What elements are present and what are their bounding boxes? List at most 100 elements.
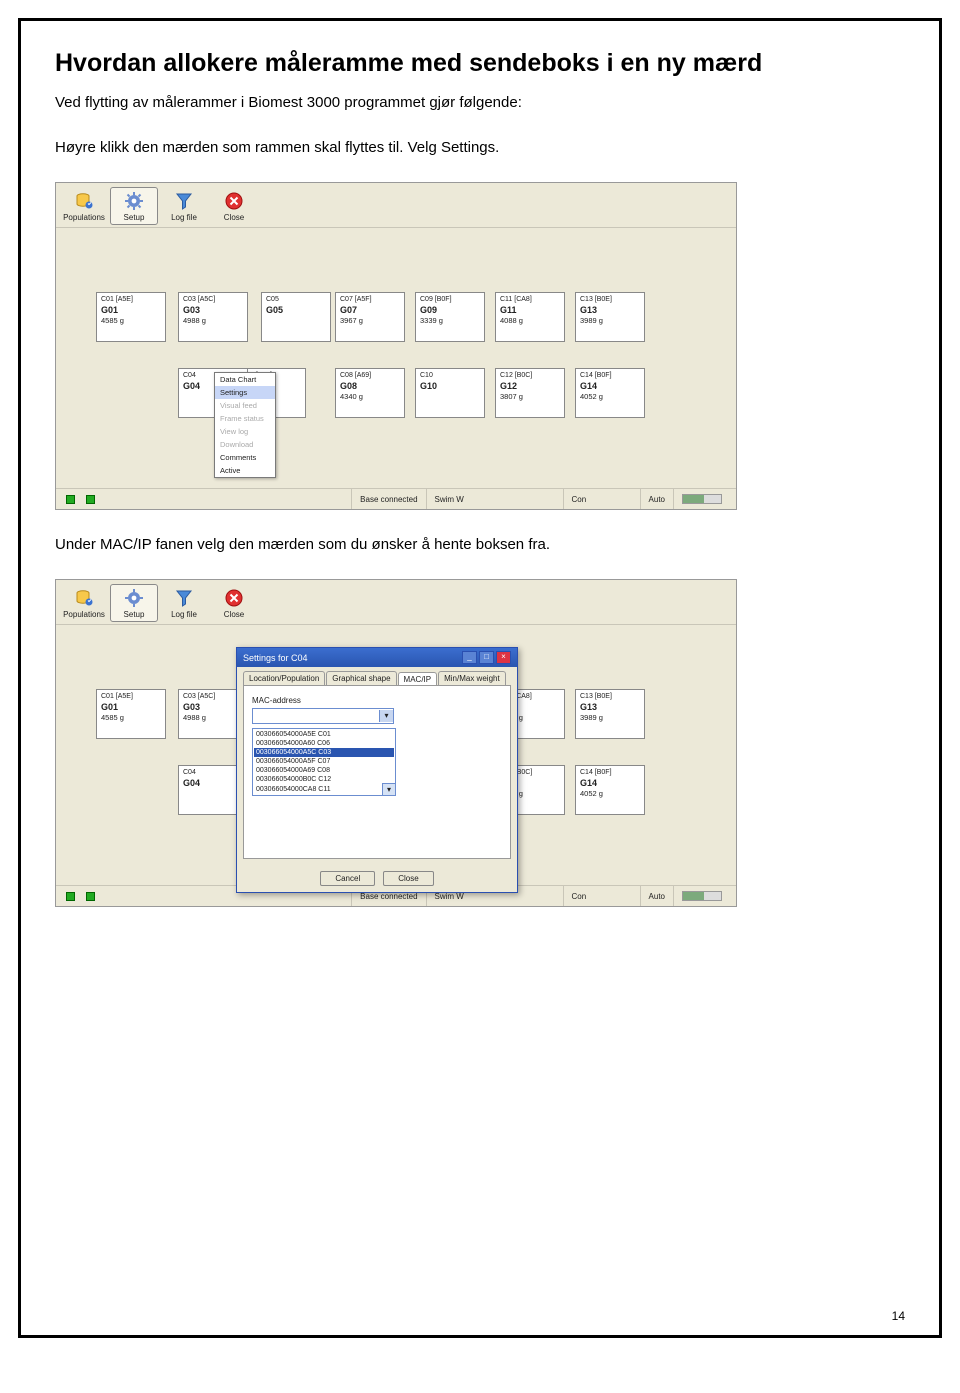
populations-button-2[interactable]: Populations <box>60 584 108 622</box>
setup-button[interactable]: Setup <box>110 187 158 225</box>
funnel-icon <box>173 587 195 609</box>
dialog-close-icon[interactable]: × <box>496 651 511 664</box>
cage-group: G13 <box>580 702 640 713</box>
dialog-min-icon[interactable]: _ <box>462 651 477 664</box>
status-progress-2 <box>682 891 722 901</box>
close-button[interactable]: Close <box>210 187 258 225</box>
cage-weight: 3989 g <box>580 713 640 722</box>
gear-icon <box>123 587 145 609</box>
menu-active[interactable]: Active <box>215 464 275 477</box>
cage-id: C03 [A5C] <box>183 693 243 702</box>
menu-datachart[interactable]: Data Chart <box>215 373 275 386</box>
app-screenshot-1: Populations Setup Log file Close C14 [B0… <box>55 182 737 510</box>
cage-group: G11 <box>500 305 560 316</box>
cage-group: G03 <box>183 305 243 316</box>
cage-G13[interactable]: C13 [B0E]G133989 g <box>575 689 645 739</box>
cage-G08[interactable]: C08 [A69]G084340 g <box>335 368 405 418</box>
populations-label: Populations <box>63 213 105 222</box>
cage-id: C14 [B0F] <box>580 769 640 778</box>
cage-id: C12 [B0C] <box>500 372 560 381</box>
mac-option[interactable]: 003066054000B0C C12 <box>254 775 394 784</box>
dialog-max-icon[interactable]: □ <box>479 651 494 664</box>
menu-viewlog[interactable]: View log <box>215 425 275 438</box>
menu-settings[interactable]: Settings <box>215 386 275 399</box>
logfile-button[interactable]: Log file <box>160 187 208 225</box>
cage-G01[interactable]: C01 [A5E]G014585 g <box>96 292 166 342</box>
mac-combo[interactable]: ▾ <box>252 708 394 724</box>
cage-id: C14 [B0F] <box>580 372 640 381</box>
cage-G13[interactable]: C13 [B0E]G133989 g <box>575 292 645 342</box>
menu-visualfeed[interactable]: Visual feed <box>215 399 275 412</box>
populations-button[interactable]: Populations <box>60 187 108 225</box>
close-icon <box>223 587 245 609</box>
mac-address-label: MAC-address <box>252 696 502 705</box>
cage-id: C13 [B0E] <box>580 693 640 702</box>
menu-framestatus[interactable]: Frame status <box>215 412 275 425</box>
mac-option[interactable]: 003066054000A5E C01 <box>254 730 394 739</box>
cage-G11[interactable]: C11 [CA8]G114088 g <box>495 292 565 342</box>
cage-group: G08 <box>340 381 400 392</box>
database-icon <box>73 190 95 212</box>
mac-option[interactable]: 003066054000A5F C07 <box>254 757 394 766</box>
mac-option[interactable]: 003066054000CA8 C11 <box>254 785 394 794</box>
step2-paragraph: Under MAC/IP fanen velg den mærden som d… <box>55 534 905 555</box>
cage-G09[interactable]: C09 [B0F]G093339 g <box>415 292 485 342</box>
cage-group: G14 <box>580 381 640 392</box>
logfile-label: Log file <box>171 213 197 222</box>
status-base: Base connected <box>351 489 425 509</box>
mac-option[interactable]: 003066054000A5C C03 <box>254 748 394 757</box>
populations-label-2: Populations <box>63 610 105 619</box>
cage-weight: 4052 g <box>580 789 640 798</box>
cage-G14[interactable]: C14 [B0F]G144052 g <box>575 368 645 418</box>
cage-weight: 4585 g <box>101 316 161 325</box>
menu-comments[interactable]: Comments <box>215 451 275 464</box>
cage-group: G09 <box>420 305 480 316</box>
cage-group: G01 <box>101 305 161 316</box>
mac-option[interactable]: 003066054000A69 C08 <box>254 766 394 775</box>
cage-G12[interactable]: C12 [B0C]G123807 g <box>495 368 565 418</box>
cage-G05[interactable]: C05G05 <box>261 292 331 342</box>
toolbar: Populations Setup Log file Close <box>56 183 736 228</box>
tab-macip[interactable]: MAC/IP <box>398 672 438 686</box>
cage-group: G03 <box>183 702 243 713</box>
setup-label: Setup <box>124 213 145 222</box>
close-button-2[interactable]: Close <box>210 584 258 622</box>
dialog-title: Settings for C04 <box>243 653 308 663</box>
tab-location[interactable]: Location/Population <box>243 671 325 685</box>
cage-weight: 4340 g <box>340 392 400 401</box>
dialog-titlebar: Settings for C04 _ □ × <box>237 648 517 667</box>
intro-paragraph: Ved flytting av målerammer i Biomest 300… <box>55 92 905 113</box>
dialog-close-button[interactable]: Close <box>383 871 433 886</box>
scroll-down-icon[interactable]: ▾ <box>382 783 395 795</box>
cage-canvas-2: C14 [B0F]G144052 gC12 [B0C]G123807 gC04G… <box>56 625 736 885</box>
tab-minmax[interactable]: Min/Max weight <box>438 671 506 685</box>
setup-button-2[interactable]: Setup <box>110 584 158 622</box>
cage-id: C13 [B0E] <box>580 296 640 305</box>
mac-listbox[interactable]: 003066054000A5E C01003066054000A60 C0600… <box>252 728 396 796</box>
cage-id: C07 [A5F] <box>340 296 400 305</box>
logfile-button-2[interactable]: Log file <box>160 584 208 622</box>
cage-id: C03 [A5C] <box>183 296 243 305</box>
status-con: Con <box>563 489 640 509</box>
cage-G07[interactable]: C07 [A5F]G073967 g <box>335 292 405 342</box>
chevron-down-icon: ▾ <box>379 710 393 722</box>
settings-dialog: Settings for C04 _ □ × Location/Populati… <box>236 647 518 893</box>
status-swim: Swim W <box>426 489 563 509</box>
logfile-label-2: Log file <box>171 610 197 619</box>
mac-option[interactable]: 003066054000A60 C06 <box>254 739 394 748</box>
cage-weight: 3807 g <box>500 392 560 401</box>
cage-id: C04 <box>183 769 243 778</box>
cage-id: C10 <box>420 372 480 381</box>
cage-G14[interactable]: C14 [B0F]G144052 g <box>575 765 645 815</box>
cage-weight: 4585 g <box>101 713 161 722</box>
menu-download[interactable]: Download <box>215 438 275 451</box>
close-label: Close <box>224 213 244 222</box>
status-led-2 <box>86 495 95 504</box>
tab-graphical-shape[interactable]: Graphical shape <box>326 671 396 685</box>
cancel-button[interactable]: Cancel <box>320 871 375 886</box>
cage-G10[interactable]: C10G10 <box>415 368 485 418</box>
cage-G01[interactable]: C01 [A5E]G014585 g <box>96 689 166 739</box>
funnel-icon <box>173 190 195 212</box>
cage-G03[interactable]: C03 [A5C]G034988 g <box>178 292 248 342</box>
toolbar-2: Populations Setup Log file Close <box>56 580 736 625</box>
